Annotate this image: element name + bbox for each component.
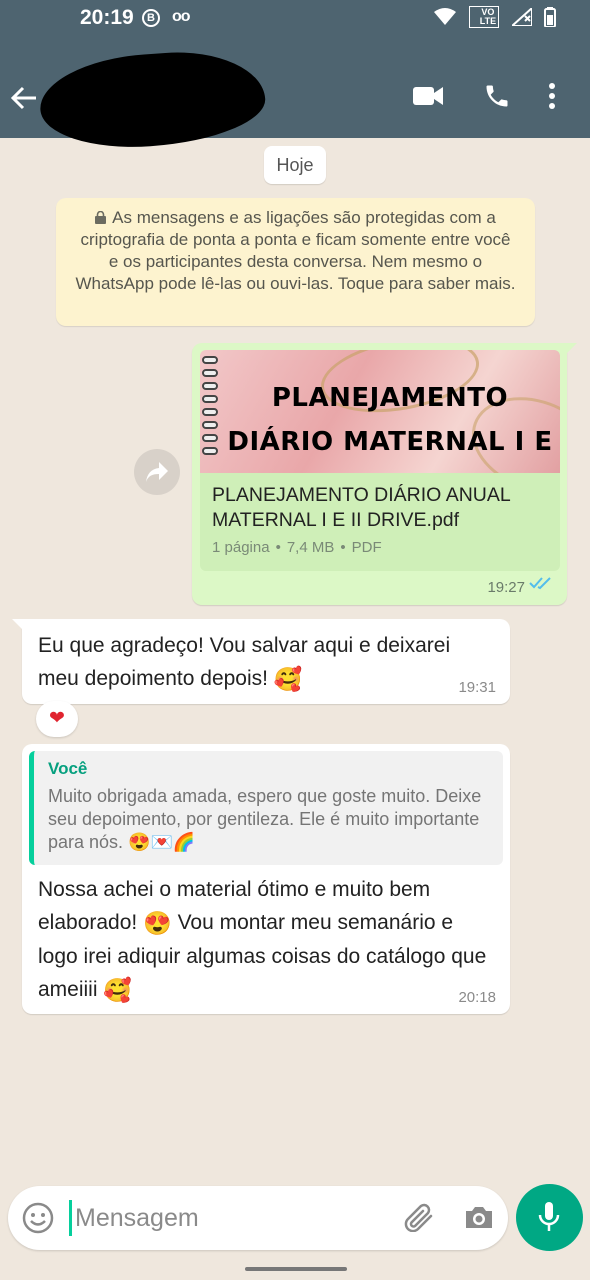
smiling-hearts-emoji: 🥰 <box>273 666 303 692</box>
incoming-message[interactable]: Eu que agradeço! Vou salvar aqui e deixa… <box>12 619 510 704</box>
back-arrow-icon[interactable] <box>10 84 38 112</box>
message-text-content: Eu que agradeço! Vou salvar aqui e deixa… <box>38 634 451 690</box>
wifi-icon <box>434 8 457 26</box>
message-text: Eu que agradeço! Vou salvar aqui e deixa… <box>38 629 494 696</box>
status-icons: VO LTE <box>426 6 556 29</box>
outgoing-document-message[interactable]: PLANEJAMENTO DIÁRIO MATERNAL I E II PLAN… <box>192 343 577 605</box>
document-thumbnail[interactable]: PLANEJAMENTO DIÁRIO MATERNAL I E II <box>200 350 560 473</box>
message-time: 20:18 <box>458 989 496 1006</box>
encryption-text: As mensagens e as ligações são protegida… <box>75 208 516 293</box>
volte-icon: VO LTE <box>468 6 500 29</box>
app-bar: online <box>0 46 590 154</box>
quote-emojis: 😍💌🌈 <box>128 832 196 852</box>
status-bar: 20:19 B oo VO LTE <box>0 0 590 36</box>
date-chip: Hoje <box>264 146 326 184</box>
navigation-handle[interactable] <box>245 1267 347 1271</box>
lock-icon <box>95 208 107 224</box>
heart-reaction[interactable]: ❤ <box>36 701 78 737</box>
camera-icon[interactable] <box>464 1204 494 1235</box>
quote-text-content: Muito obrigada amada, espero que goste m… <box>48 786 482 852</box>
quote-author: Você <box>48 759 88 778</box>
incoming-reply-message[interactable]: Você Muito obrigada amada, espero que go… <box>22 744 510 1014</box>
smiling-hearts-emoji: 🥰 <box>103 977 132 1003</box>
text-cursor <box>69 1200 72 1236</box>
b-badge-icon: B <box>142 9 160 27</box>
forward-button[interactable] <box>134 449 180 495</box>
volte-bottom: LTE <box>479 16 497 27</box>
document-type: PDF <box>351 539 382 556</box>
more-options-icon[interactable] <box>548 82 556 115</box>
attach-icon[interactable] <box>402 1202 436 1237</box>
document-file-name: PLANEJAMENTO DIÁRIO ANUAL MATERNAL I E I… <box>212 484 510 531</box>
header: 20:19 B oo VOLTE online <box>0 0 590 154</box>
video-call-icon[interactable] <box>412 84 444 113</box>
thumbnail-title: PLANEJAMENTO DIÁRIO MATERNAL I E II <box>227 383 553 473</box>
battery-icon <box>544 7 556 28</box>
heart-eyes-emoji: 😍 <box>143 910 172 936</box>
chat-area[interactable]: Hoje As mensagens e as ligações são prot… <box>0 138 590 1180</box>
voicemail-icon: oo <box>172 8 191 25</box>
document-meta: 1 página • 7,4 MB • PDF <box>212 539 382 556</box>
mic-icon <box>538 1202 560 1231</box>
signal-icon <box>511 8 532 27</box>
message-time: 19:31 <box>458 679 496 696</box>
quote-text: Muito obrigada amada, espero que goste m… <box>48 785 491 854</box>
status-time: 20:19 <box>80 6 134 29</box>
document-size: 7,4 MB <box>286 539 335 556</box>
quoted-message[interactable]: Você Muito obrigada amada, espero que go… <box>29 751 503 865</box>
message-input[interactable] <box>75 1196 395 1240</box>
document-pages: 1 página <box>212 539 270 556</box>
message-composer <box>8 1186 508 1250</box>
spiral-binding <box>200 356 222 472</box>
encryption-notice[interactable]: As mensagens e as ligações são protegida… <box>56 198 535 326</box>
message-text: Nossa achei o material ótimo e muito bem… <box>29 865 503 1007</box>
double-check-icon <box>529 576 553 595</box>
message-time: 19:27 <box>487 579 525 596</box>
emoji-icon[interactable] <box>22 1202 54 1239</box>
phone-icon[interactable] <box>483 82 511 115</box>
document-info[interactable]: PLANEJAMENTO DIÁRIO ANUAL MATERNAL I E I… <box>200 473 560 571</box>
mic-button[interactable] <box>516 1184 583 1251</box>
